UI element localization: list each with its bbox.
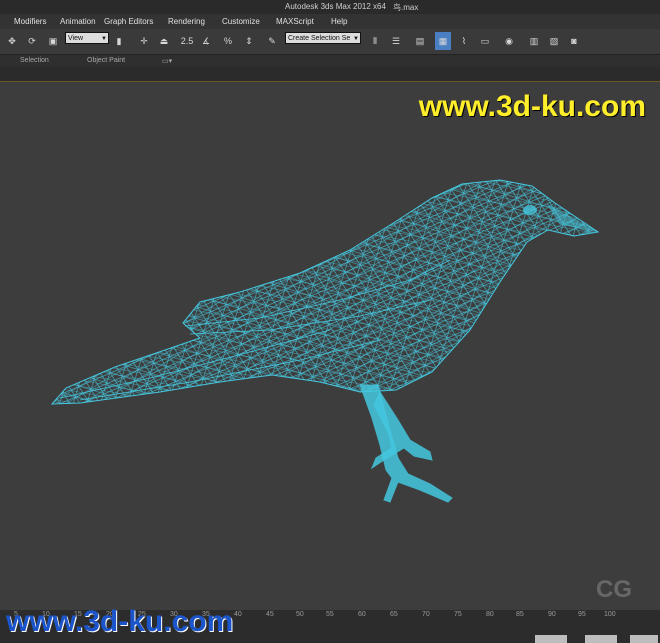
select-manipulate-icon[interactable]: ✛ [136,32,152,50]
menu-help[interactable]: Help [331,17,347,26]
snap-toggle[interactable]: 2.5 [178,32,196,50]
render-production-icon[interactable]: ◙ [566,32,582,50]
chevron-down-icon: ▼ [101,36,107,42]
graphite-ribbon-icon[interactable]: ▦ [435,32,451,50]
z-coordinate-field[interactable] [630,635,658,643]
perspective-viewport[interactable]: www.3d-ku.com CG [0,82,660,610]
watermark-top: www.3d-ku.com [418,90,646,123]
tick-label: 80 [486,611,494,618]
crow-wireframe [50,179,600,503]
menu-bar: Modifiers Animation Graph Editors Render… [0,14,660,29]
tick-label: 60 [358,611,366,618]
tick-label: 40 [234,611,242,618]
named-selection-dropdown[interactable]: Create Selection Se ▼ [285,32,361,44]
curve-editor-icon[interactable]: ⌇ [456,32,472,50]
bird-legs [359,384,453,503]
tick-label: 45 [266,611,274,618]
keyboard-shortcut-icon[interactable]: ⏏ [156,32,172,50]
named-selection-value: Create Selection Se [288,35,351,42]
timeline[interactable]: 5 10 15 20 25 30 35 40 45 50 55 60 65 70… [0,605,660,643]
render-setup-icon[interactable]: ▥ [526,32,542,50]
menu-animation[interactable]: Animation [60,17,96,26]
menu-maxscript[interactable]: MAXScript [276,17,314,26]
viewport-header [0,67,660,82]
edit-named-selection-icon[interactable]: ✎ [265,32,279,50]
main-toolbar: ✥ ⟳ ▣ View ▼ ▮ ✛ ⏏ 2.5 ∡ % ⇕ ✎ Create Se… [0,29,660,55]
layer-manager-icon[interactable]: ▤ [412,32,428,50]
move-icon[interactable]: ✥ [4,32,20,50]
snap-label: 2.5 [180,36,194,46]
title-bar: Autodesk 3ds Max 2012 x64 鸟.max [0,0,660,14]
bird-body [50,179,600,405]
tick-label: 50 [296,611,304,618]
tick-label: 70 [422,611,430,618]
tick-label: 85 [516,611,524,618]
ribbon-options-icon[interactable]: ▭▾ [162,57,172,65]
tick-label: 65 [390,611,398,618]
menu-customize[interactable]: Customize [222,17,260,26]
watermark-corner: CG [596,576,632,603]
tick-label: 75 [454,611,462,618]
file-name: 鸟.max [393,3,419,12]
angle-snap-icon[interactable]: ∡ [199,32,213,50]
pivot-icon[interactable]: ▮ [112,32,126,50]
material-editor-icon[interactable]: ◉ [501,32,517,50]
window-title: Autodesk 3ds Max 2012 x64 [285,2,386,11]
align-icon[interactable]: ☰ [388,32,404,50]
ribbon-object-paint[interactable]: Object Paint [87,57,125,64]
rotate-icon[interactable]: ⟳ [24,32,40,50]
schematic-view-icon[interactable]: ▭ [477,32,493,50]
menu-modifiers[interactable]: Modifiers [14,17,46,26]
tick-label: 55 [326,611,334,618]
rendered-frame-icon[interactable]: ▧ [546,32,562,50]
reference-coordinate-value: View [68,35,84,42]
mirror-icon[interactable]: ⫴ [367,32,383,50]
tick-label: 90 [548,611,556,618]
menu-rendering[interactable]: Rendering [168,17,205,26]
ribbon-selection[interactable]: Selection [20,57,49,64]
percent-snap-icon[interactable]: % [220,32,236,50]
tick-label: 100 [604,611,616,618]
chevron-down-icon: ▼ [353,36,359,42]
menu-graph-editors[interactable]: Graph Editors [104,17,153,26]
watermark-bottom: www.3d-ku.com [6,605,234,638]
x-coordinate-field[interactable] [535,635,567,643]
reference-coordinate-dropdown[interactable]: View ▼ [65,32,109,44]
tick-label: 95 [578,611,586,618]
ribbon-panel: Selection Object Paint ▭▾ [0,55,660,67]
y-coordinate-field[interactable] [585,635,617,643]
scale-icon[interactable]: ▣ [46,32,60,50]
spinner-snap-icon[interactable]: ⇕ [241,32,257,50]
